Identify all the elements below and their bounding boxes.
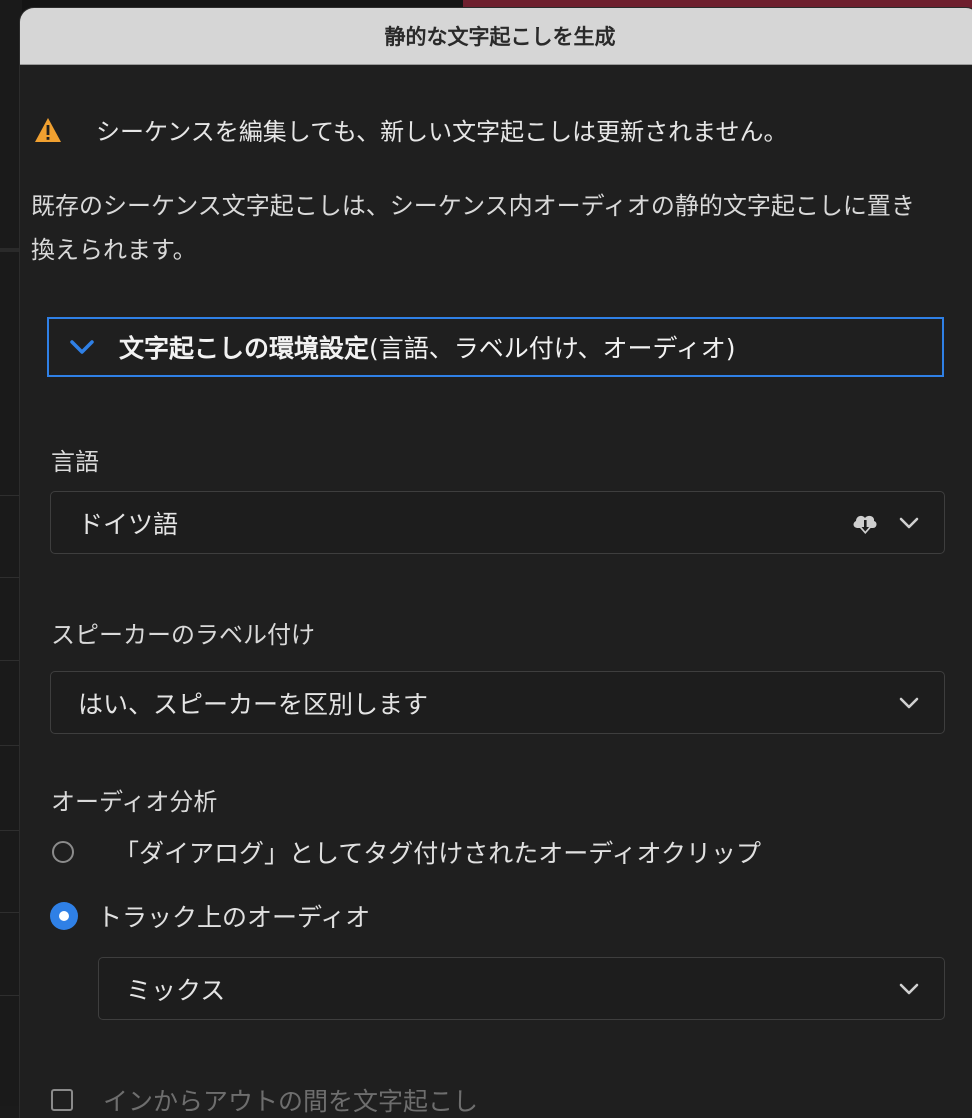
- description-text: 既存のシーケンス文字起こしは、シーケンス内オーディオの静的文字起こしに置き換えら…: [31, 192, 915, 264]
- background-tick: [0, 577, 22, 578]
- background-tick: [0, 495, 22, 496]
- generate-static-transcript-dialog: 静的な文字起こしを生成: [20, 8, 972, 1118]
- speaker-labeling-select[interactable]: はい、スピーカーを区別します: [50, 671, 945, 734]
- chevron-down-icon: [70, 340, 94, 354]
- background-tick: [0, 745, 22, 746]
- language-value: ドイツ語: [78, 509, 179, 539]
- language-label: 言語: [51, 448, 99, 476]
- language-select[interactable]: ドイツ語: [50, 491, 945, 554]
- cloud-download-icon[interactable]: [849, 509, 881, 537]
- mix-select[interactable]: ミックス: [98, 957, 945, 1020]
- radio-dialog-clips-label: 「ダイアログ」としてタグ付けされたオーディオクリップ: [114, 839, 762, 868]
- radio-dialog-clips[interactable]: 「ダイアログ」としてタグ付けされたオーディオクリップ: [52, 834, 761, 870]
- radio-button-on[interactable]: [50, 902, 78, 930]
- dialog-title: 静的な文字起こしを生成: [384, 25, 616, 49]
- speaker-labeling-value: はい、スピーカーを区別します: [78, 689, 429, 719]
- chevron-down-icon: [899, 697, 919, 708]
- chevron-down-icon: [899, 983, 919, 994]
- dialog-titlebar[interactable]: 静的な文字起こしを生成: [20, 8, 972, 65]
- transcription-preferences-toggle[interactable]: 文字起こしの環境設定 (言語、ラベル付け、オーディオ): [47, 317, 944, 377]
- background-left-panel: [0, 0, 22, 1106]
- transcribe-in-out-checkbox[interactable]: [51, 1089, 73, 1111]
- background-tick: [0, 912, 22, 913]
- preferences-subtitle: (言語、ラベル付け、オーディオ): [369, 334, 736, 363]
- background-tick: [0, 660, 22, 661]
- preferences-title: 文字起こしの環境設定: [119, 334, 370, 363]
- mix-value: ミックス: [126, 975, 226, 1005]
- background-divider: [0, 248, 22, 252]
- chevron-down-icon: [899, 517, 919, 528]
- background-tick: [0, 830, 22, 831]
- radio-track-audio-label: トラック上のオーディオ: [97, 903, 371, 932]
- speaker-labeling-label: スピーカーのラベル付け: [51, 621, 315, 649]
- warning-text: シーケンスを編集しても、新しい文字起こしは更新されません。: [96, 118, 788, 146]
- background-tick: [0, 995, 22, 996]
- transcribe-in-out-checkbox-row[interactable]: インからアウトの間を文字起こし: [51, 1082, 478, 1118]
- audio-analysis-label: オーディオ分析: [51, 788, 218, 816]
- warning-message: シーケンスを編集しても、新しい文字起こしは更新されません。: [34, 112, 787, 147]
- transcribe-in-out-label: インからアウトの間を文字起こし: [103, 1087, 479, 1116]
- radio-track-audio[interactable]: トラック上のオーディオ: [50, 898, 370, 934]
- radio-button-off[interactable]: [52, 841, 74, 863]
- warning-icon: [35, 117, 61, 142]
